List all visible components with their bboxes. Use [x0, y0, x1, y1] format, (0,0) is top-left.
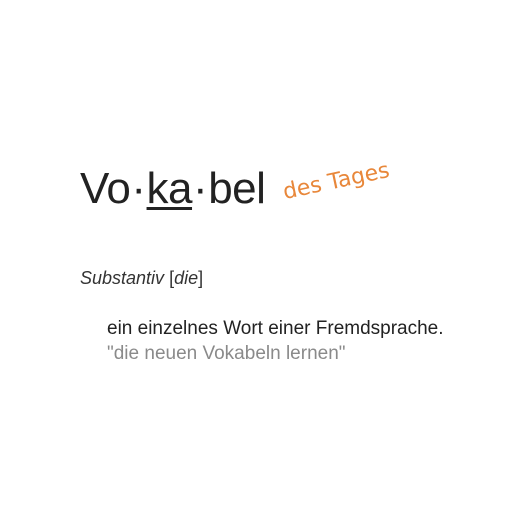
bracket-close: ]	[198, 268, 204, 288]
part-of-speech: Substantiv [die]	[80, 268, 203, 289]
syllable-separator: ·	[131, 164, 146, 213]
syllable-separator: ·	[193, 164, 208, 213]
word-of-the-day-card: Vo · ka · bel des Tages Substantiv [die]…	[0, 0, 512, 512]
word-class: Substantiv	[80, 268, 165, 288]
headword: Vo · ka · bel	[80, 164, 266, 228]
headword-stressed-syllable: ka	[146, 164, 193, 213]
definition-text: ein einzelnes Wort einer Fremdsprache.	[107, 318, 444, 339]
article: die	[174, 268, 199, 288]
example-sentence: "die neuen Vokabeln lernen"	[107, 343, 346, 364]
headword-syllable: bel	[208, 164, 266, 213]
word-of-the-day-tag: des Tages	[280, 158, 392, 205]
headword-syllable: Vo	[80, 164, 131, 213]
